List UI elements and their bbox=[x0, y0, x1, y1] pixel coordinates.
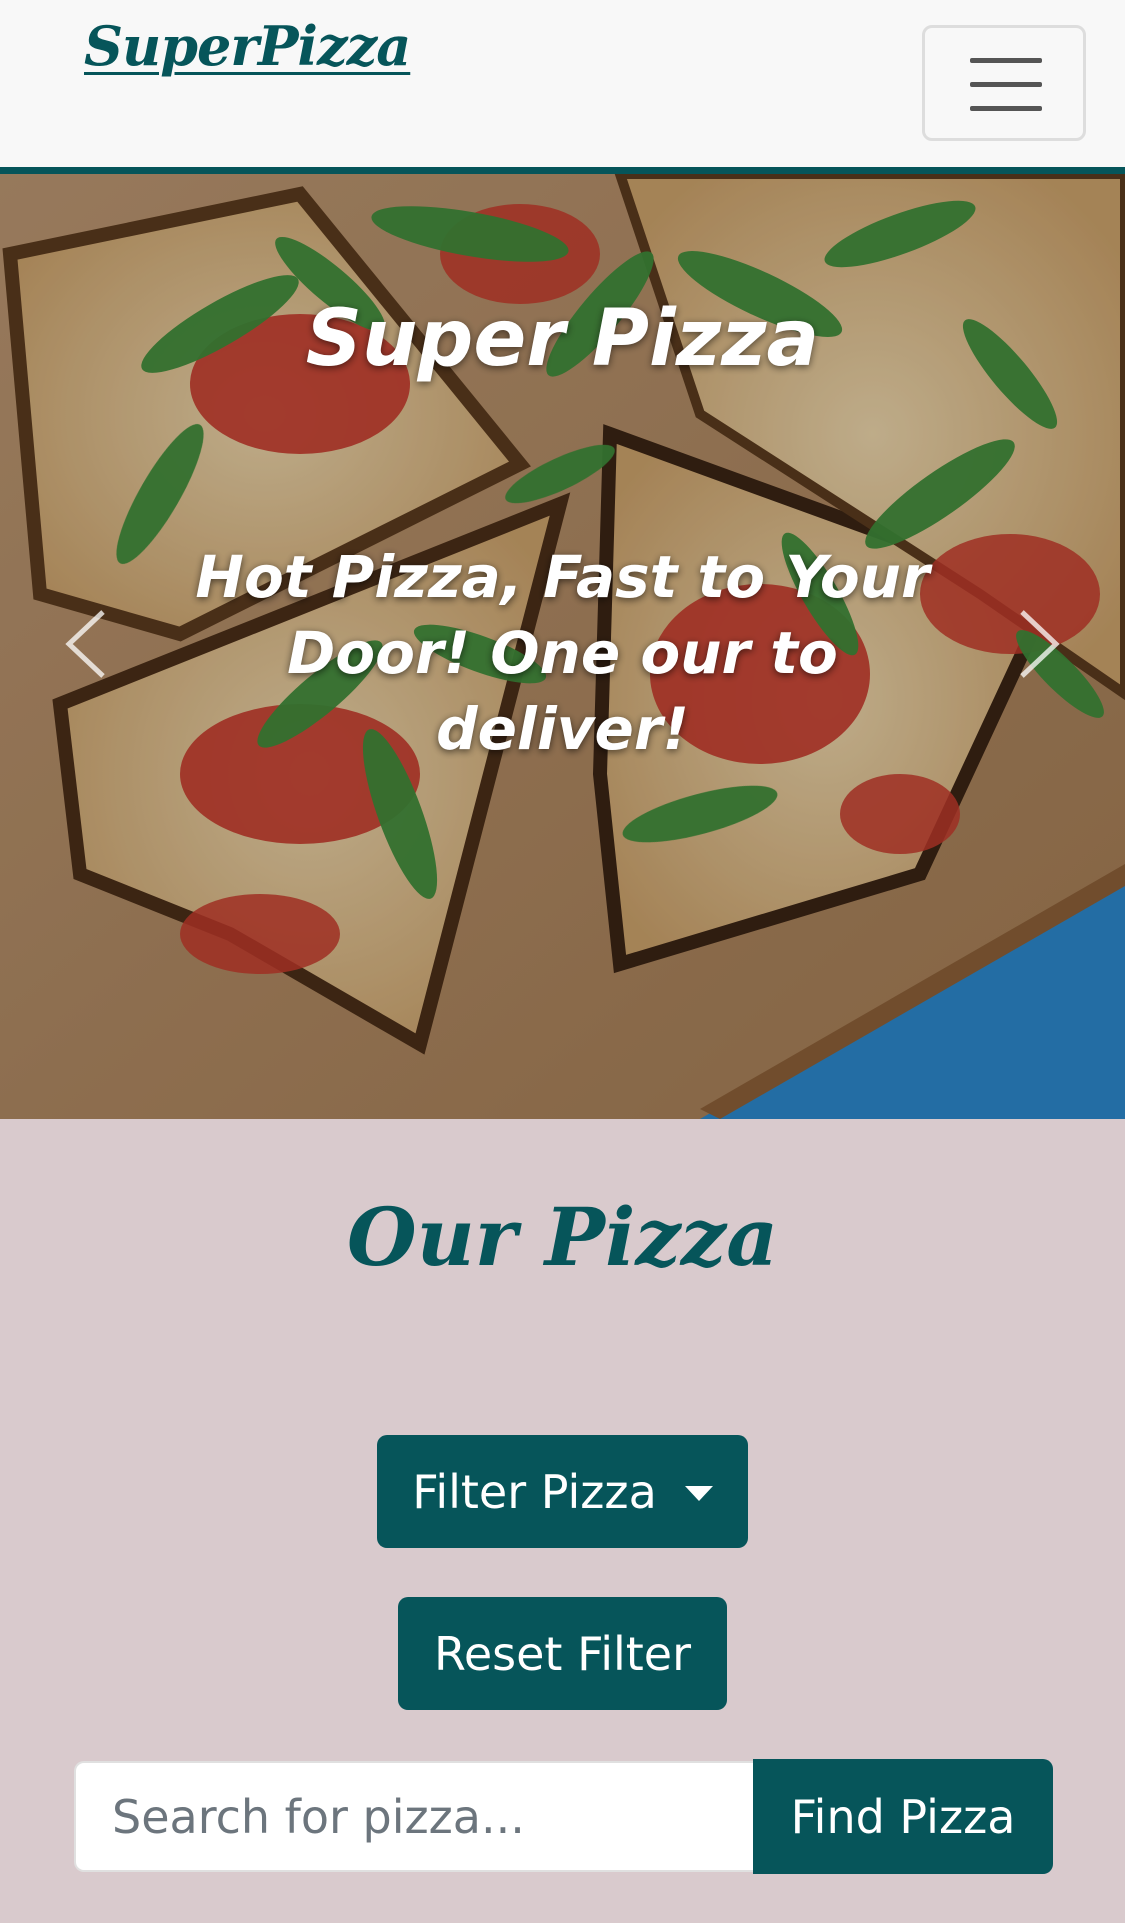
hamburger-icon bbox=[970, 58, 1042, 63]
brand-link[interactable]: SuperPizza bbox=[84, 14, 411, 78]
hamburger-icon-bar bbox=[970, 82, 1042, 87]
section-title: Our Pizza bbox=[346, 1190, 779, 1284]
carousel-next-button[interactable] bbox=[1010, 594, 1070, 694]
caret-down-icon bbox=[684, 1486, 713, 1501]
chevron-right-icon bbox=[1020, 610, 1060, 678]
reset-filter-button[interactable]: Reset Filter bbox=[398, 1597, 727, 1710]
hero-carousel: Super Pizza Hot Pizza, Fast to Your Door… bbox=[0, 174, 1125, 1119]
search-input[interactable] bbox=[74, 1761, 755, 1872]
filter-pizza-label: Filter Pizza bbox=[412, 1464, 657, 1519]
filter-pizza-button[interactable]: Filter Pizza bbox=[377, 1435, 748, 1548]
hero-caption: Hot Pizza, Fast to Your Door! One our to… bbox=[195, 543, 930, 763]
navbar-toggle-button[interactable] bbox=[922, 25, 1086, 141]
find-pizza-button[interactable]: Find Pizza bbox=[753, 1759, 1053, 1874]
hero-title: Super Pizza bbox=[305, 294, 820, 384]
chevron-left-icon bbox=[65, 610, 105, 678]
carousel-prev-button[interactable] bbox=[55, 594, 115, 694]
hamburger-icon-bar bbox=[970, 106, 1042, 111]
navbar: SuperPizza bbox=[0, 0, 1125, 174]
